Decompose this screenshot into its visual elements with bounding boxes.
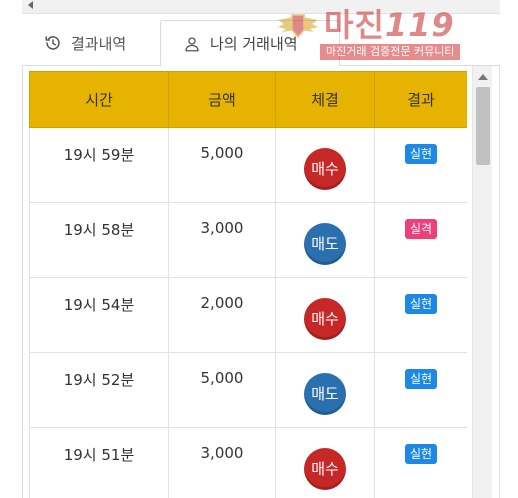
cell-side: 매수 xyxy=(275,277,375,353)
cell-time: 19시 54분 xyxy=(29,277,169,353)
cell-side: 매수 xyxy=(275,127,375,203)
result-badge: 실격 xyxy=(404,219,438,239)
table-row: 19시 59분 5,000 매수 실현 xyxy=(29,127,467,203)
cell-side: 매수 xyxy=(275,427,375,498)
cell-amount: 3,000 xyxy=(168,202,276,278)
cell-result: 실현 xyxy=(374,277,467,353)
tab-bar: 결과내역 나의 거래내역 xyxy=(22,20,500,67)
tab-label: 나의 거래내역 xyxy=(210,35,298,53)
history-icon xyxy=(45,36,60,50)
scroll-left-arrow-icon[interactable] xyxy=(28,1,33,9)
result-badge: 실현 xyxy=(404,369,438,389)
buy-badge: 매수 xyxy=(304,148,346,190)
trade-table: 시간 금액 체결 결과 19시 59분 5,000 매수 실현 19시 58분 xyxy=(29,71,467,498)
sell-badge: 매도 xyxy=(304,373,346,415)
cell-result: 실현 xyxy=(374,427,467,498)
cell-time: 19시 59분 xyxy=(29,127,169,203)
buy-badge: 매수 xyxy=(304,298,346,340)
cell-amount: 5,000 xyxy=(168,127,276,203)
tab-results-history[interactable]: 결과내역 xyxy=(22,20,160,66)
table-header-row: 시간 금액 체결 결과 xyxy=(29,71,467,128)
header-time: 시간 xyxy=(29,71,169,128)
tab-label: 결과내역 xyxy=(71,34,127,53)
result-badge: 실현 xyxy=(404,294,438,314)
scrollbar-thumb[interactable] xyxy=(476,87,490,165)
table-row: 19시 58분 3,000 매도 실격 xyxy=(29,202,467,278)
table-row: 19시 54분 2,000 매수 실현 xyxy=(29,277,467,353)
table-row: 19시 51분 3,000 매수 실현 xyxy=(29,427,467,498)
buy-badge: 매수 xyxy=(304,448,346,490)
cell-result: 실현 xyxy=(374,127,467,203)
scroll-up-arrow-icon[interactable] xyxy=(478,74,488,80)
cell-time: 19시 58분 xyxy=(29,202,169,278)
vertical-scrollbar[interactable] xyxy=(472,66,492,498)
cell-amount: 3,000 xyxy=(168,427,276,498)
header-side: 체결 xyxy=(275,71,375,128)
user-icon xyxy=(185,36,199,51)
cell-time: 19시 51분 xyxy=(29,427,169,498)
page: 결과내역 나의 거래내역 시간 금액 체결 결과 19시 59분 5,000 매… xyxy=(0,0,518,498)
tab-my-trades[interactable]: 나의 거래내역 xyxy=(160,20,340,67)
trade-history-panel: 시간 금액 체결 결과 19시 59분 5,000 매수 실현 19시 58분 xyxy=(22,66,500,498)
cell-side: 매도 xyxy=(275,352,375,428)
result-badge: 실현 xyxy=(404,444,438,464)
cell-amount: 2,000 xyxy=(168,277,276,353)
table-row: 19시 52분 5,000 매도 실현 xyxy=(29,352,467,428)
result-badge: 실현 xyxy=(404,144,438,164)
cell-side: 매도 xyxy=(275,202,375,278)
sell-badge: 매도 xyxy=(304,223,346,265)
cell-time: 19시 52분 xyxy=(29,352,169,428)
horizontal-scrollbar[interactable] xyxy=(22,0,500,14)
table-scroll-area[interactable]: 시간 금액 체결 결과 19시 59분 5,000 매수 실현 19시 58분 xyxy=(29,71,467,498)
header-amount: 금액 xyxy=(168,71,276,128)
cell-result: 실격 xyxy=(374,202,467,278)
cell-amount: 5,000 xyxy=(168,352,276,428)
cell-result: 실현 xyxy=(374,352,467,428)
header-result: 결과 xyxy=(374,71,467,128)
